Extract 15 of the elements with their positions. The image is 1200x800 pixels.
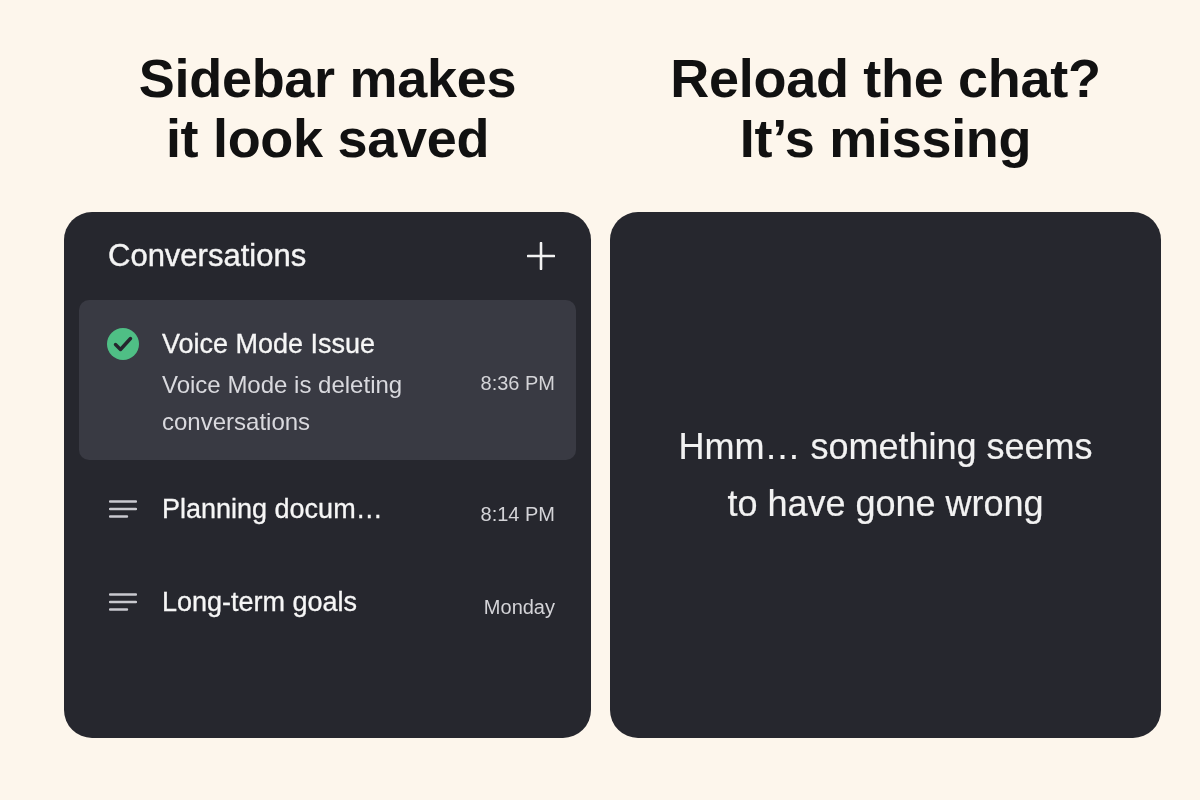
conversation-title: Planning docum… — [162, 492, 384, 526]
conversation-time: 8:14 PM — [480, 503, 555, 526]
new-chat-button[interactable] — [527, 242, 555, 270]
conversation-item[interactable]: Voice Mode Issue Voice Mode is deleting conversations 8:36 PM — [79, 300, 576, 460]
conversation-time: 8:36 PM — [480, 372, 555, 395]
caption-heading: Sidebar makes it look saved — [138, 47, 517, 168]
conversation-title: Voice Mode Issue — [162, 328, 377, 361]
error-message: Hmm… something seems to have gone wrong — [677, 425, 1094, 526]
conversation-title: Long-term goals — [162, 585, 359, 619]
caption-heading: Reload the chat? It’s missing — [670, 47, 1101, 168]
conversation-time: Monday — [483, 596, 555, 619]
conversation-item[interactable]: Planning docum… 8:14 PM — [79, 460, 576, 553]
conversation-item[interactable]: Long-term goals Monday — [79, 553, 576, 646]
conversation-preview: Voice Mode is deleting conversations — [162, 370, 404, 437]
sidebar-title: Conversations — [108, 238, 307, 274]
